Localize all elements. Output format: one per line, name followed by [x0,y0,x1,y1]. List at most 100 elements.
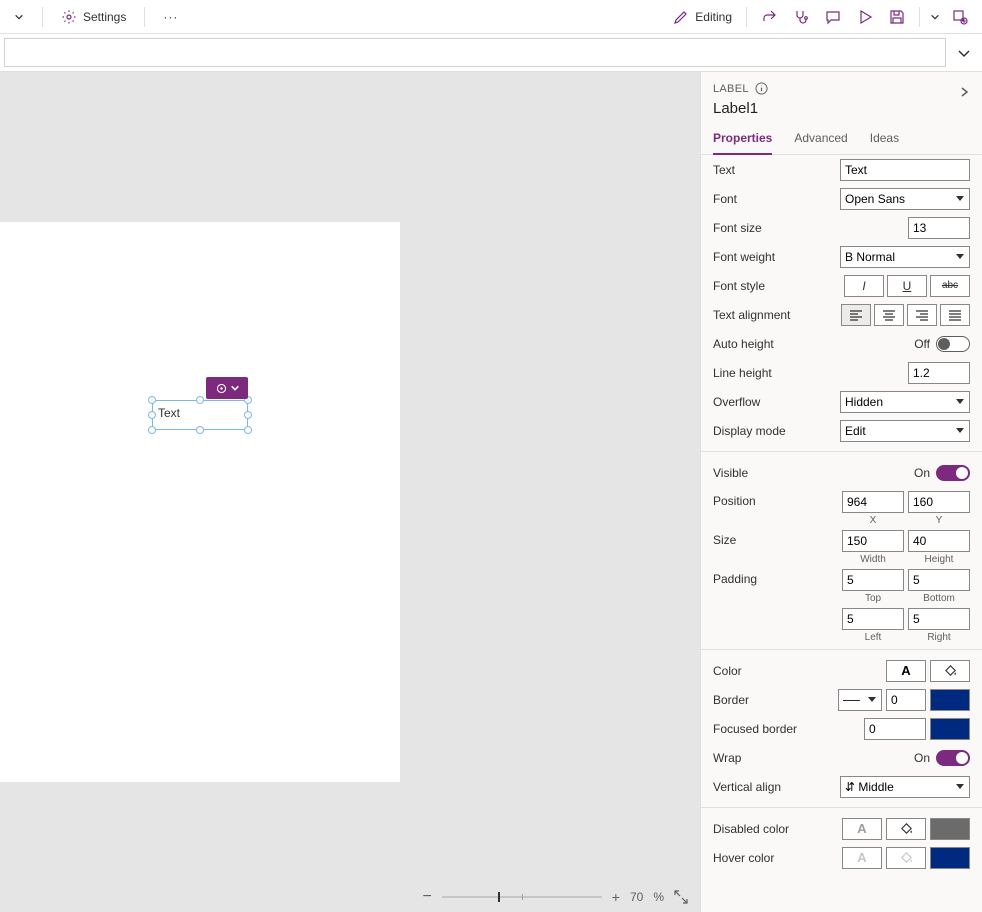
border-style-select[interactable]: ── [838,689,882,711]
focusedborder-color-swatch[interactable] [930,718,970,740]
resize-handle-se[interactable] [244,426,252,434]
wrap-toggle[interactable] [936,750,970,766]
disabled-fill-color-button[interactable] [886,818,926,840]
more-icon: ··· [163,10,178,24]
italic-icon: I [862,279,865,293]
prop-displaymode-select[interactable]: Edit [840,420,970,442]
resize-handle-sw[interactable] [148,426,156,434]
align-left-button[interactable] [841,304,871,326]
resize-handle-w[interactable] [148,411,156,419]
prop-lineheight-input[interactable] [908,362,970,384]
border-color-swatch[interactable] [930,689,970,711]
publish-button[interactable] [946,5,974,29]
align-right-button[interactable] [907,304,937,326]
prop-disabledcolor-label: Disabled color [713,822,842,836]
fill-color-button[interactable] [930,660,970,682]
canvas-area[interactable]: Text − + 70 % [0,72,700,912]
prop-size-label: Size [713,530,842,547]
padding-left-sublabel: Left [865,632,882,643]
visible-toggle[interactable] [936,465,970,481]
prop-overflow-select[interactable]: Hidden [840,391,970,413]
prop-fontweight-select[interactable]: B Normal [840,246,970,268]
prop-valign-label: Vertical align [713,780,840,794]
prop-overflow-label: Overflow [713,395,840,409]
underline-button[interactable]: U [887,275,927,297]
position-y-input[interactable] [908,491,970,513]
border-width-input[interactable] [886,689,926,711]
control-name[interactable]: Label1 [713,100,970,117]
resize-handle-s[interactable] [196,426,204,434]
formula-input[interactable] [4,38,946,67]
tab-ideas[interactable]: Ideas [870,123,899,154]
padding-right-input[interactable] [908,608,970,630]
disabled-border-swatch[interactable] [930,818,970,840]
zoom-out-button[interactable]: − [422,888,431,906]
prop-fontweight-label: Font weight [713,250,840,264]
screen-canvas[interactable] [0,222,400,782]
tab-properties[interactable]: Properties [713,123,772,154]
zoom-in-button[interactable]: + [612,889,620,905]
padding-bottom-input[interactable] [908,569,970,591]
chevron-down-icon [957,46,971,60]
more-button[interactable]: ··· [157,6,184,28]
info-icon[interactable] [755,82,768,95]
formula-expand-button[interactable] [946,34,982,71]
prop-textalign-label: Text alignment [713,308,841,322]
left-dropdown[interactable] [8,8,30,26]
tab-advanced[interactable]: Advanced [794,123,847,154]
settings-button[interactable]: Settings [55,5,132,29]
save-dropdown[interactable] [928,8,942,26]
save-button[interactable] [883,5,911,29]
fit-to-screen-button[interactable] [674,890,688,904]
prop-padding-label: Padding [713,569,842,586]
zoom-slider[interactable] [442,896,602,898]
hover-font-color-button[interactable]: A [842,847,882,869]
app-checker-button[interactable] [787,5,815,29]
prop-position-label: Position [713,491,842,508]
save-icon [889,9,905,25]
resize-handle-n[interactable] [196,396,204,404]
preview-button[interactable] [851,5,879,29]
publish-icon [952,9,968,25]
copilot-badge[interactable] [206,377,248,399]
padding-left-input[interactable] [842,608,904,630]
properties-panel: LABEL Label1 Properties Advanced Ideas T… [700,72,982,912]
stethoscope-icon [793,9,809,25]
zoom-thumb[interactable] [498,892,500,902]
pencil-icon [673,9,689,25]
separator [42,7,43,27]
share-button[interactable] [755,5,783,29]
editing-mode-button[interactable]: Editing [667,5,738,29]
align-center-button[interactable] [874,304,904,326]
autoheight-toggle[interactable] [936,336,970,352]
comments-button[interactable] [819,5,847,29]
position-y-sublabel: Y [936,515,943,526]
italic-button[interactable]: I [844,275,884,297]
zoom-unit: % [653,890,664,904]
settings-label: Settings [83,10,126,24]
resize-handle-nw[interactable] [148,396,156,404]
prop-fontsize-input[interactable] [908,217,970,239]
font-color-button[interactable]: A [886,660,926,682]
size-height-input[interactable] [908,530,970,552]
prop-text-input[interactable] [840,159,970,181]
focusedborder-width-input[interactable] [864,718,926,740]
panel-collapse-button[interactable] [958,86,970,98]
resize-handle-e[interactable] [244,411,252,419]
prop-hovercolor-label: Hover color [713,851,842,865]
padding-top-input[interactable] [842,569,904,591]
paint-bucket-icon [899,850,914,865]
align-justify-button[interactable] [940,304,970,326]
disabled-font-color-button[interactable]: A [842,818,882,840]
expand-icon [674,890,688,904]
hover-fill-color-button[interactable] [886,847,926,869]
strikethrough-button[interactable]: abc [930,275,970,297]
position-x-input[interactable] [842,491,904,513]
hover-border-swatch[interactable] [930,847,970,869]
prop-border-label: Border [713,693,838,707]
prop-font-select[interactable]: Open Sans [840,188,970,210]
prop-text-label: Text [713,163,840,177]
valign-select[interactable]: ⇵ Middle [840,776,970,798]
size-width-input[interactable] [842,530,904,552]
padding-bottom-sublabel: Bottom [923,593,955,604]
